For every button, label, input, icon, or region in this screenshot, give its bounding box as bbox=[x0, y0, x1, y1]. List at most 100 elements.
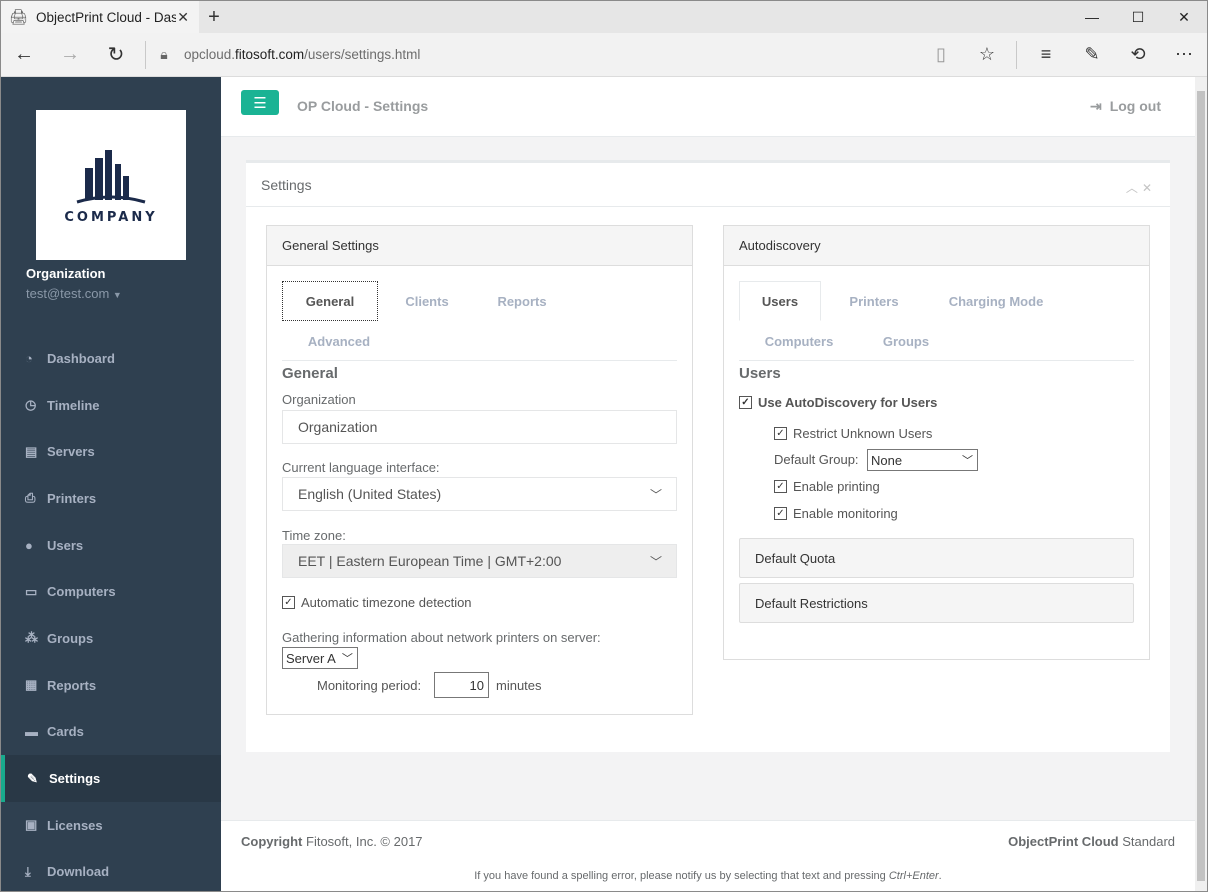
close-window-icon[interactable]: ✕ bbox=[1161, 1, 1207, 33]
checkmark-icon: ✓ bbox=[739, 396, 752, 409]
default-quota-bar[interactable]: Default Quota bbox=[739, 538, 1134, 578]
hub-icon[interactable]: ≡ bbox=[1023, 33, 1069, 77]
sidebar-item-label: Licenses bbox=[47, 817, 103, 833]
restrict-unknown-checkbox[interactable]: ✓ Restrict Unknown Users bbox=[774, 426, 932, 441]
sidebar-item-download[interactable]: ⤓ Download bbox=[1, 849, 221, 891]
sign-out-icon: ⇥ bbox=[1089, 98, 1102, 114]
sidebar-item-users[interactable]: ● Users bbox=[1, 522, 221, 569]
sidebar-item-timeline[interactable]: ◷ Timeline bbox=[1, 382, 221, 429]
page-title: OP Cloud - Settings bbox=[297, 98, 429, 114]
address-bar: ← → ↻ 🔒︎ opcloud.fitosoft.com/users/sett… bbox=[1, 33, 1207, 77]
settings-box: Settings ︿✕ General Settings General Cli… bbox=[246, 160, 1170, 752]
logout-link[interactable]: ⇥ Log out bbox=[1090, 98, 1161, 115]
monitoring-period-input[interactable]: 10 bbox=[434, 672, 489, 698]
sidebar-nav: ◔ Dashboard ◷ Timeline ▤ Servers ⎙ Printers ● Use… bbox=[1, 335, 221, 891]
default-restrictions-bar[interactable]: Default Restrictions bbox=[739, 583, 1134, 623]
sidebar-item-label: Printers bbox=[47, 490, 97, 506]
minimize-icon[interactable]: — bbox=[1069, 1, 1115, 33]
scrollbar-thumb[interactable] bbox=[1197, 91, 1205, 881]
sidebar-item-licenses[interactable]: ▣ Licenses bbox=[1, 802, 221, 849]
browser-tab[interactable]: 🖨 ObjectPrint Cloud - Das ✕ bbox=[1, 1, 199, 33]
tab-users[interactable]: Users bbox=[739, 281, 821, 321]
tab-clients[interactable]: Clients bbox=[382, 281, 472, 321]
collapse-icon[interactable]: ︿ bbox=[1126, 181, 1142, 195]
checkmark-icon: ✓ bbox=[774, 480, 787, 493]
sidebar-item-groups[interactable]: ⁂ Groups bbox=[1, 615, 221, 662]
menu-toggle-button[interactable]: ☰ bbox=[241, 90, 279, 115]
sidebar-item-computers[interactable]: ▭ Computers bbox=[1, 568, 221, 615]
sidebar-item-servers[interactable]: ▤ Servers bbox=[1, 428, 221, 475]
server-icon: ▤ bbox=[25, 443, 38, 459]
tab-advanced[interactable]: Advanced bbox=[292, 321, 386, 361]
company-logo: COMPANY bbox=[36, 110, 186, 260]
checkmark-icon: ✓ bbox=[282, 596, 295, 609]
refresh-icon[interactable]: ↻ bbox=[93, 33, 139, 77]
language-select[interactable]: English (United States) ﹀ bbox=[282, 477, 677, 511]
tab-reports[interactable]: Reports bbox=[474, 281, 570, 321]
close-tab-icon[interactable]: ✕ bbox=[177, 9, 189, 26]
autodiscovery-panel: Autodiscovery Users Printers Charging Mo… bbox=[723, 225, 1150, 660]
timezone-label: Time zone: bbox=[282, 528, 346, 543]
sidebar-item-dashboard[interactable]: ◔ Dashboard bbox=[1, 335, 221, 382]
org-label: Organization bbox=[282, 392, 356, 407]
default-group-select[interactable]: None ﹀ bbox=[867, 449, 978, 471]
back-arrow-icon[interactable]: ← bbox=[1, 33, 47, 77]
tab-printers[interactable]: Printers bbox=[833, 281, 915, 321]
organization-input[interactable]: Organization bbox=[282, 410, 677, 444]
chevron-down-icon: ﹀ bbox=[649, 555, 662, 569]
sidebar-item-printers[interactable]: ⎙ Printers bbox=[1, 475, 221, 522]
general-settings-panel: General Settings General Clients Reports… bbox=[266, 225, 693, 715]
chevron-down-icon: ﹀ bbox=[962, 455, 973, 467]
sidebar-item-label: Settings bbox=[49, 771, 101, 787]
page-favicon-icon: 🖨 bbox=[9, 9, 29, 26]
enable-monitoring-checkbox[interactable]: ✓ Enable monitoring bbox=[774, 506, 898, 521]
top-bar: ☰ OP Cloud - Settings ⇥ Log out bbox=[221, 77, 1195, 137]
printer-icon: ⎙ bbox=[25, 490, 36, 506]
sidebar-item-label: Reports bbox=[47, 677, 97, 693]
maximize-icon[interactable]: ☐ bbox=[1115, 1, 1161, 33]
sidebar: COMPANY Organization test@test.com ▼ ◔ Da… bbox=[1, 77, 221, 891]
settings-title: Settings bbox=[246, 163, 1170, 207]
sidebar-item-label: Users bbox=[47, 537, 84, 553]
enable-printing-checkbox[interactable]: ✓ Enable printing bbox=[774, 479, 880, 494]
tab-title: ObjectPrint Cloud - Das bbox=[36, 9, 177, 25]
hamburger-icon: ☰ bbox=[253, 94, 267, 112]
general-tabs: General Clients Reports Advanced bbox=[282, 281, 677, 361]
sidebar-item-label: Groups bbox=[47, 630, 94, 646]
close-icon[interactable]: ✕ bbox=[1142, 181, 1156, 195]
favorite-star-icon[interactable]: ☆ bbox=[964, 33, 1010, 77]
tab-groups[interactable]: Groups bbox=[865, 321, 947, 361]
scrollbar[interactable] bbox=[1195, 77, 1207, 891]
caret-down-icon: ▼ bbox=[112, 290, 122, 300]
sidebar-item-label: Timeline bbox=[47, 397, 100, 413]
tab-computers[interactable]: Computers bbox=[749, 321, 849, 361]
url-field[interactable]: opcloud.fitosoft.com/users/settings.html bbox=[184, 47, 918, 62]
auto-timezone-checkbox[interactable]: ✓ Automatic timezone detection bbox=[282, 595, 472, 610]
default-group-label: Default Group: bbox=[774, 452, 859, 467]
tab-general[interactable]: General bbox=[282, 281, 378, 321]
sidebar-item-settings[interactable]: ✎ Settings bbox=[1, 755, 221, 802]
web-note-icon[interactable]: ✎ bbox=[1069, 33, 1115, 77]
title-bar: 🖨 ObjectPrint Cloud - Das ✕ + — ☐ ✕ bbox=[1, 1, 1207, 33]
server-select[interactable]: Server A ﹀ bbox=[282, 647, 358, 669]
download-icon: ⤓ bbox=[25, 863, 31, 879]
sidebar-item-label: Cards bbox=[47, 724, 84, 740]
credit-card-icon: ▬ bbox=[25, 724, 38, 740]
wrench-icon: ✎ bbox=[27, 770, 38, 786]
new-tab-button[interactable]: + bbox=[199, 1, 229, 33]
timezone-select: EET | Eastern European Time | GMT+2:00 ﹀ bbox=[282, 544, 677, 578]
org-email-dropdown[interactable]: test@test.com ▼ bbox=[26, 286, 122, 301]
more-icon[interactable]: ⋯ bbox=[1161, 33, 1207, 77]
forward-arrow-icon[interactable]: → bbox=[47, 33, 93, 77]
footer: Copyright Fitosoft, Inc. © 2017 ObjectPr… bbox=[221, 820, 1195, 891]
reading-view-icon[interactable]: ▯ bbox=[918, 33, 964, 77]
autodiscovery-tabs: Users Printers Charging Mode Computers G… bbox=[739, 281, 1134, 361]
main-content: ☰ OP Cloud - Settings ⇥ Log out Settings … bbox=[221, 77, 1195, 891]
sidebar-item-reports[interactable]: ▦ Reports bbox=[1, 662, 221, 709]
monitoring-label: Monitoring period: bbox=[317, 678, 422, 693]
sidebar-item-cards[interactable]: ▬ Cards bbox=[1, 709, 221, 756]
use-autodiscovery-checkbox[interactable]: ✓ Use AutoDiscovery for Users bbox=[739, 395, 937, 410]
share-icon[interactable]: ⟲ bbox=[1115, 33, 1161, 77]
users-icon: ⁂ bbox=[25, 630, 38, 646]
tab-charging-mode[interactable]: Charging Mode bbox=[929, 281, 1063, 321]
